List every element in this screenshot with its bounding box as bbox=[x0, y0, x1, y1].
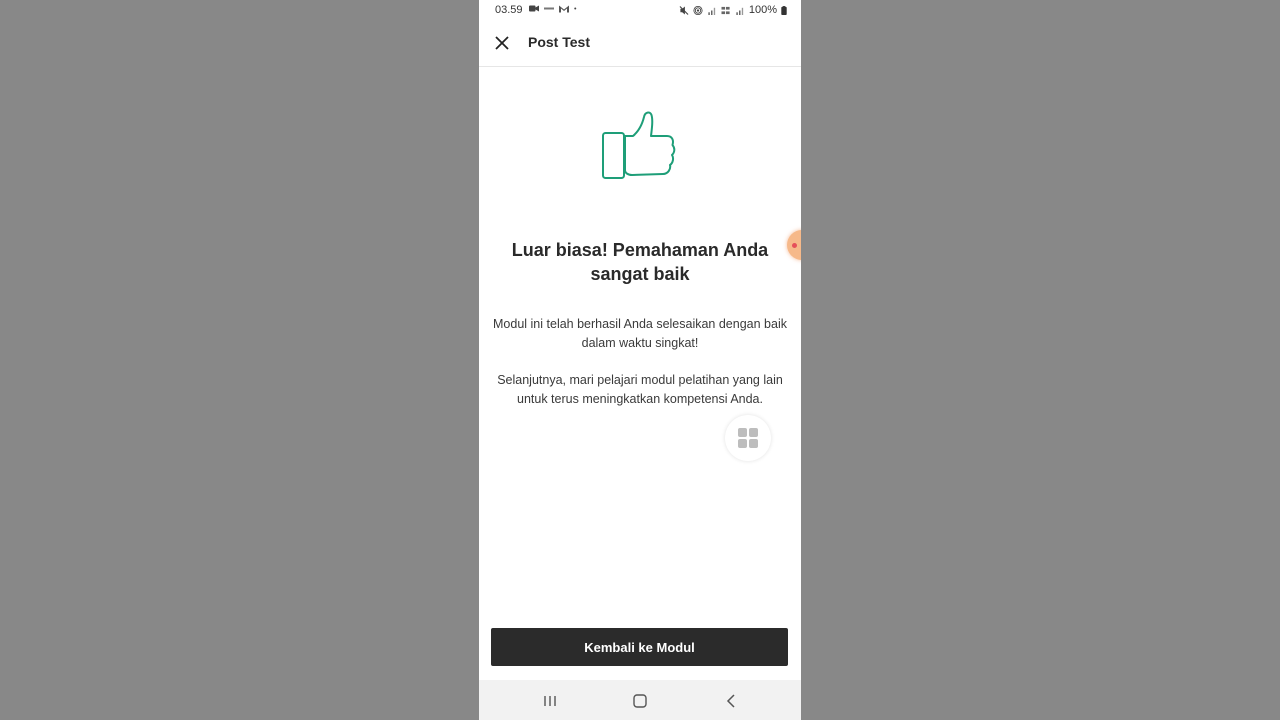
recent-apps-icon bbox=[544, 696, 556, 706]
app-bar: Post Test bbox=[479, 20, 801, 67]
hotspot-icon bbox=[693, 5, 703, 15]
page-title: Post Test bbox=[528, 34, 590, 50]
mute-icon bbox=[679, 5, 689, 15]
recent-apps-button[interactable] bbox=[539, 690, 561, 712]
system-nav-bar bbox=[479, 680, 801, 720]
back-button[interactable] bbox=[720, 690, 742, 712]
video-record-icon bbox=[529, 5, 539, 12]
grid-icon bbox=[749, 439, 758, 448]
thumbs-up-icon bbox=[602, 111, 676, 179]
battery-percentage: 100% bbox=[748, 4, 777, 16]
battery-icon bbox=[781, 5, 787, 15]
4g-icon bbox=[721, 6, 730, 14]
close-icon bbox=[495, 36, 509, 50]
signal-icon bbox=[708, 7, 716, 15]
status-time: 03.59 bbox=[495, 4, 523, 16]
phone-screen: 03.59 100% Post Test Luar biasa! Pemaham… bbox=[479, 0, 801, 720]
home-icon bbox=[633, 694, 647, 708]
close-button[interactable] bbox=[489, 30, 515, 56]
signal-icon bbox=[736, 7, 744, 15]
grid-icon bbox=[738, 439, 747, 448]
data-indicator-icon bbox=[544, 7, 554, 10]
status-left-icons bbox=[529, 4, 579, 13]
success-headline: Luar biasa! Pemahaman Anda sangat baik bbox=[511, 240, 769, 284]
gmail-icon bbox=[559, 5, 569, 13]
back-to-module-button[interactable]: Kembali ke Modul bbox=[491, 628, 788, 666]
completion-message: Modul ini telah berhasil Anda selesaikan… bbox=[493, 317, 787, 350]
next-step-message: Selanjutnya, mari pelajari modul pelatih… bbox=[497, 373, 783, 406]
grid-menu-button[interactable] bbox=[725, 415, 771, 461]
floating-bubble-icon[interactable] bbox=[787, 230, 801, 260]
home-button[interactable] bbox=[629, 690, 651, 712]
status-bar: 03.59 100% bbox=[479, 0, 801, 20]
back-icon bbox=[726, 694, 735, 708]
dot-icon bbox=[574, 7, 577, 10]
grid-icon bbox=[749, 428, 758, 437]
status-right-icons: 100% bbox=[679, 4, 787, 16]
grid-icon bbox=[738, 428, 747, 437]
